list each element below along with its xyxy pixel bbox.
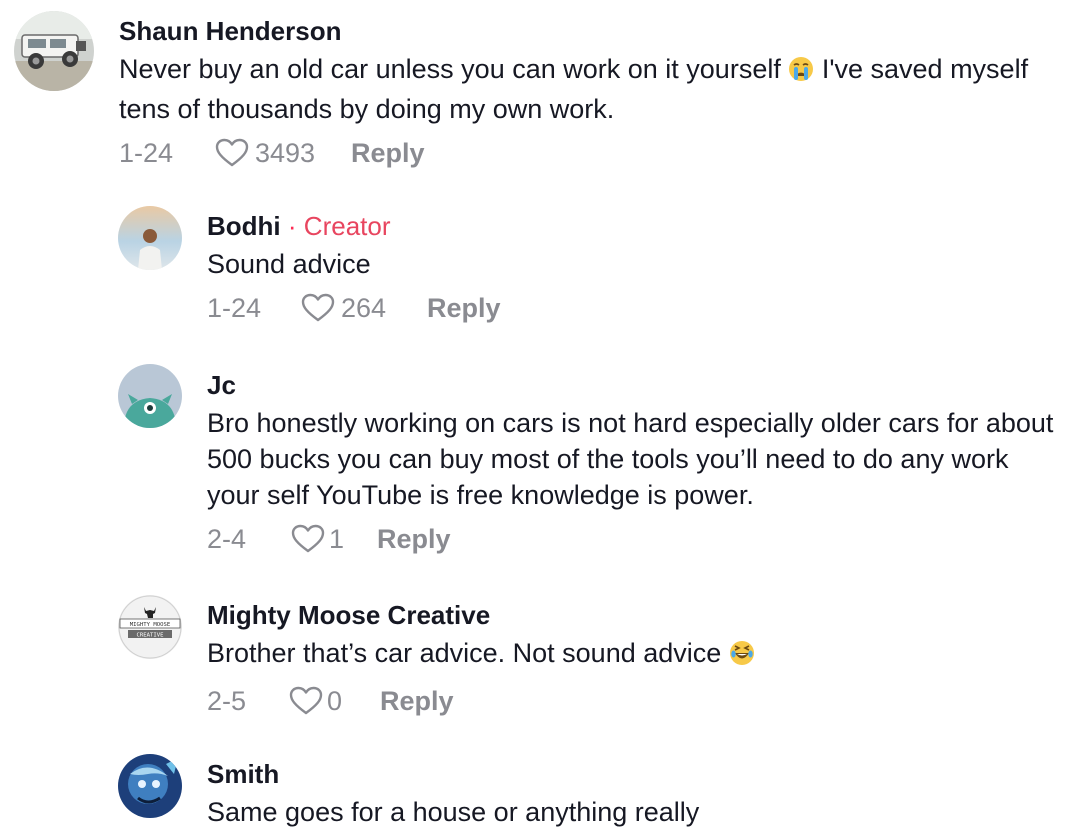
car-photo-icon bbox=[14, 11, 94, 91]
moose-logo-icon: MIGHTY MOOSE CREATIVE bbox=[118, 595, 182, 659]
comment-text: Never buy an old car unless you can work… bbox=[119, 54, 1029, 124]
reply-button[interactable]: Reply bbox=[380, 686, 454, 717]
person-photo-icon bbox=[118, 206, 182, 270]
comment-date: 2-4 bbox=[207, 523, 247, 554]
reply-button[interactable]: Reply bbox=[351, 138, 425, 169]
avatar[interactable] bbox=[14, 11, 94, 91]
comment-text: Brother that’s car advice. Not sound adv… bbox=[207, 635, 1067, 675]
like-button[interactable]: 264 bbox=[301, 293, 427, 324]
reply-button[interactable]: Reply bbox=[377, 524, 451, 555]
comment-text: Bro honestly working on cars is not hard… bbox=[207, 408, 1054, 510]
laughing-face-icon bbox=[729, 639, 755, 675]
creator-separator: · bbox=[287, 211, 297, 241]
heart-icon bbox=[301, 293, 335, 323]
author-name[interactable]: Shaun Henderson bbox=[119, 16, 1059, 46]
author-name-text[interactable]: Bodhi bbox=[207, 211, 281, 241]
comment-text: Same goes for a house or anything really bbox=[207, 797, 700, 827]
creator-badge: Creator bbox=[303, 211, 391, 241]
author-name[interactable]: Bodhi · Creator bbox=[207, 211, 1067, 241]
comment-text: Sound advice bbox=[207, 249, 371, 279]
like-count: 1 bbox=[329, 523, 345, 554]
like-count: 3493 bbox=[255, 137, 316, 168]
avatar[interactable] bbox=[118, 364, 182, 428]
comment-meta: 1-24 3493 Reply bbox=[119, 133, 1059, 173]
heart-icon bbox=[291, 524, 325, 554]
crying-face-icon bbox=[788, 55, 814, 91]
comment-meta: 1-24 264 Reply bbox=[207, 288, 1067, 328]
author-name[interactable]: Mighty Moose Creative bbox=[207, 600, 1067, 630]
avatar[interactable] bbox=[118, 754, 182, 818]
comment-meta: 2-4 1 Reply bbox=[207, 519, 1067, 559]
comment-date: 1-24 bbox=[207, 292, 262, 323]
like-button[interactable]: 3493 bbox=[215, 138, 351, 169]
like-count: 0 bbox=[327, 685, 343, 716]
avatar[interactable] bbox=[118, 206, 182, 270]
heart-icon bbox=[289, 686, 323, 716]
author-name[interactable]: Smith bbox=[207, 759, 1067, 789]
comment-date: 1-24 bbox=[119, 137, 174, 168]
monster-avatar-icon bbox=[118, 364, 182, 428]
avatar[interactable]: MIGHTY MOOSE CREATIVE bbox=[118, 595, 182, 659]
like-count: 264 bbox=[341, 292, 387, 323]
like-button[interactable]: 0 bbox=[289, 686, 380, 717]
reply-button[interactable]: Reply bbox=[427, 293, 501, 324]
comment-meta: 2-5 0 Reply bbox=[207, 681, 1067, 721]
comment-date: 2-5 bbox=[207, 685, 247, 716]
svg-text:MIGHTY MOOSE: MIGHTY MOOSE bbox=[130, 622, 171, 628]
like-button[interactable]: 1 bbox=[291, 524, 377, 555]
artwork-avatar-icon bbox=[118, 754, 182, 818]
svg-text:CREATIVE: CREATIVE bbox=[137, 633, 165, 639]
author-name[interactable]: Jc bbox=[207, 370, 1067, 400]
heart-icon bbox=[215, 138, 249, 168]
